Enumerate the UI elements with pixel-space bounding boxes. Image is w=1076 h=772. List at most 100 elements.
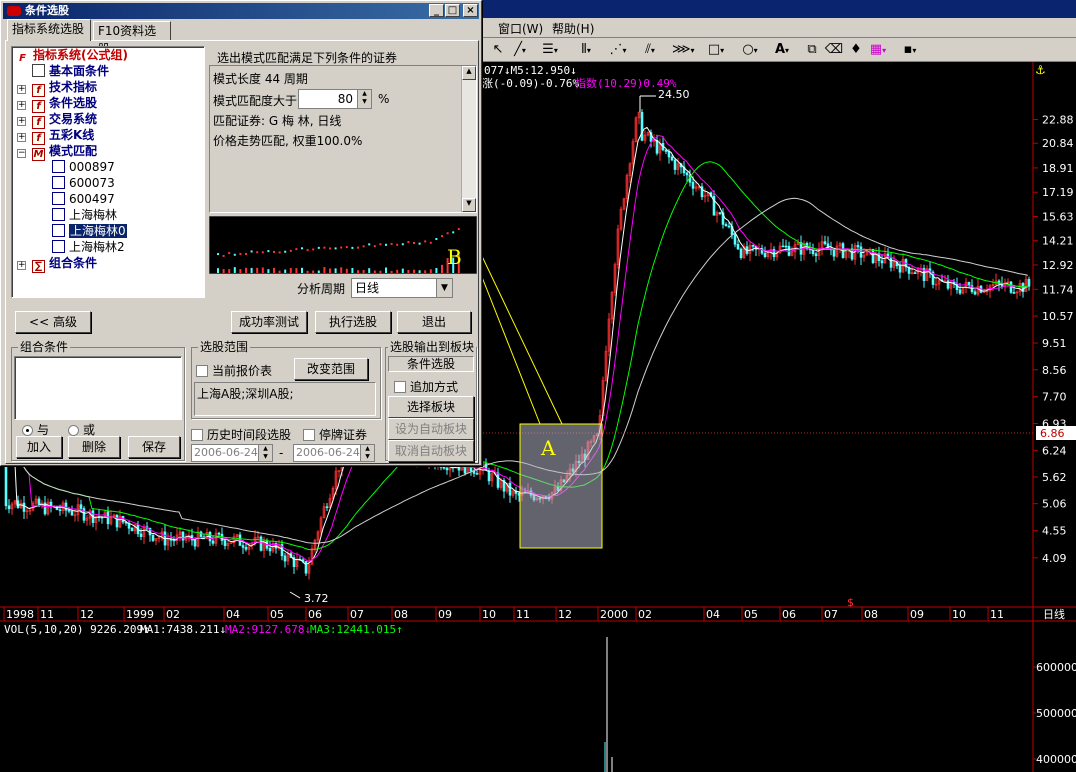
tree-item-combo[interactable]: ∑ 组合条件 — [32, 256, 97, 273]
expand-icon[interactable]: + — [17, 117, 26, 126]
set-auto-block-button[interactable]: 设为自动板块 — [388, 418, 474, 440]
rectangle-icon[interactable]: □▾ — [706, 41, 726, 59]
preview-volume — [222, 269, 225, 273]
menu-help[interactable]: 帮助(H) — [552, 20, 594, 37]
scroll-up-icon[interactable]: ▲ — [462, 66, 476, 80]
spin-arrows-icon[interactable]: ▲ ▼ — [357, 90, 371, 108]
x-tick-label: 06 — [308, 608, 322, 621]
preview-volume — [329, 268, 331, 273]
candle — [97, 510, 101, 522]
tree-item-pattern[interactable]: M 模式匹配 — [32, 144, 97, 161]
pattern-item[interactable]: 600497 — [52, 192, 115, 207]
current-quote-checkbox[interactable]: 当前报价表 — [196, 362, 272, 379]
maximize-button[interactable]: □ — [445, 4, 460, 17]
candle — [91, 508, 95, 528]
run-selection-button[interactable]: 执行选股 — [315, 311, 391, 333]
tree-item-trading[interactable]: f 交易系统 — [32, 112, 97, 129]
delete-button[interactable]: 删除 — [68, 436, 120, 458]
dropdown-arrow-icon[interactable]: ▼ — [436, 279, 452, 297]
lock-icon[interactable]: ♦ — [846, 41, 866, 59]
dialog-title-bar[interactable]: 条件选股 — [3, 3, 479, 19]
color-palette-icon[interactable]: ▦▾ — [868, 41, 888, 59]
checkbox-icon[interactable] — [191, 429, 203, 441]
tab-f10-selection[interactable]: F10资料选股 — [93, 21, 171, 56]
candle — [1009, 281, 1013, 294]
start-date-input[interactable]: 2006-06-24 ▲ ▼ — [191, 444, 273, 462]
vol-tick-label: 400000 — [1036, 753, 1076, 766]
dividend-marker: $ — [847, 596, 854, 609]
candle — [994, 273, 998, 287]
append-mode-checkbox[interactable]: 追加方式 — [394, 378, 458, 395]
hatch-icon[interactable]: ⋙▾ — [672, 41, 695, 59]
add-button[interactable]: 加入 — [16, 436, 62, 458]
desc-scrollbar[interactable]: ▲ ▼ — [461, 66, 476, 212]
collapse-icon[interactable]: − — [17, 149, 26, 158]
preview-candle — [301, 247, 303, 250]
menu-window[interactable]: 窗口(W) — [498, 20, 543, 37]
tree-item-color-kline[interactable]: f 五彩K线 — [32, 128, 94, 145]
channel-icon[interactable]: ☰▾ — [540, 41, 560, 59]
expand-icon[interactable]: + — [17, 85, 26, 94]
pattern-item[interactable]: 000897 — [52, 160, 115, 175]
candle — [283, 552, 287, 568]
fan-icon[interactable]: ⋰▾ — [608, 41, 628, 59]
pattern-item[interactable]: 上海梅林2 — [52, 240, 125, 255]
ellipse-icon[interactable]: ○▾ — [740, 41, 760, 59]
vertical-lines-icon[interactable]: ⦀▾ — [576, 41, 596, 59]
pattern-item[interactable]: 600073 — [52, 176, 115, 191]
pattern-item[interactable]: 上海梅林 — [52, 208, 117, 223]
candle — [511, 489, 515, 498]
save-button[interactable]: 保存 — [128, 436, 180, 458]
preview-candle — [284, 250, 287, 253]
app-logo-icon — [7, 6, 21, 16]
cancel-auto-block-button[interactable]: 取消自动板块 — [388, 440, 474, 462]
match-degree-input[interactable]: 80 ▲ ▼ — [298, 89, 372, 109]
period-select[interactable]: 日线 ▼ — [351, 278, 453, 298]
candle — [865, 249, 869, 256]
history-period-checkbox[interactable]: 历史时间段选股 — [191, 426, 291, 443]
success-rate-test-button[interactable]: 成功率测试 — [231, 311, 307, 333]
candle — [199, 530, 203, 539]
tree-item-fundamental[interactable]: 基本面条件 — [32, 64, 109, 79]
close-button[interactable]: × — [463, 4, 478, 17]
checkbox-icon[interactable] — [196, 365, 208, 377]
change-range-button[interactable]: 改变范围 — [294, 358, 368, 380]
save-icon[interactable]: ▪▾ — [900, 41, 920, 59]
radio-icon[interactable] — [22, 425, 33, 436]
candle — [751, 244, 755, 252]
candle — [619, 206, 623, 232]
checkbox-icon[interactable] — [303, 429, 315, 441]
cursor-icon[interactable]: ↖ — [488, 41, 508, 59]
scroll-down-icon[interactable]: ▼ — [462, 198, 476, 212]
expand-icon[interactable]: + — [17, 133, 26, 142]
eraser-icon[interactable]: ⌫ — [824, 41, 844, 59]
parallel-icon[interactable]: ⫽▾ — [640, 41, 660, 59]
tree-item-technical[interactable]: f 技术指标 — [32, 80, 97, 97]
spin-arrows-icon[interactable]: ▲ ▼ — [258, 445, 272, 461]
spin-arrows-icon[interactable]: ▲ ▼ — [360, 445, 374, 461]
expand-icon[interactable]: + — [17, 101, 26, 110]
pattern-icon — [52, 192, 65, 205]
copy-icon[interactable]: ⧉ — [802, 41, 822, 59]
candle — [616, 224, 620, 269]
formula-tree[interactable]: F 指标系统(公式组) 基本面条件 + f 技术指标 + f 条件选股 + f 交易系统… — [11, 46, 205, 298]
preview-candle — [390, 242, 393, 245]
tab-indicator-selection[interactable]: 指标系统选股 — [7, 19, 91, 41]
line-icon[interactable]: ╱▾ — [510, 41, 530, 59]
tree-item-condition[interactable]: f 条件选股 — [32, 96, 97, 113]
expand-icon[interactable]: + — [17, 261, 26, 270]
pattern-item-selected[interactable]: 上海梅林0 — [52, 224, 127, 239]
advanced-button[interactable]: << 高级 — [15, 311, 91, 333]
text-icon[interactable]: A▾ — [772, 41, 792, 59]
minimize-button[interactable]: _ — [429, 4, 444, 17]
suspended-checkbox[interactable]: 停牌证券 — [303, 426, 367, 443]
candle — [604, 345, 608, 382]
end-date-input[interactable]: 2006-06-24 ▲ ▼ — [293, 444, 375, 462]
select-block-button[interactable]: 选择板块 — [388, 396, 474, 418]
exit-button[interactable]: 退出 — [397, 311, 471, 333]
anchor-icon[interactable]: ⚓ — [1035, 63, 1046, 77]
radio-icon[interactable] — [68, 425, 79, 436]
checkbox-icon[interactable] — [394, 381, 406, 393]
candle — [919, 264, 923, 277]
combo-list[interactable] — [14, 356, 182, 420]
